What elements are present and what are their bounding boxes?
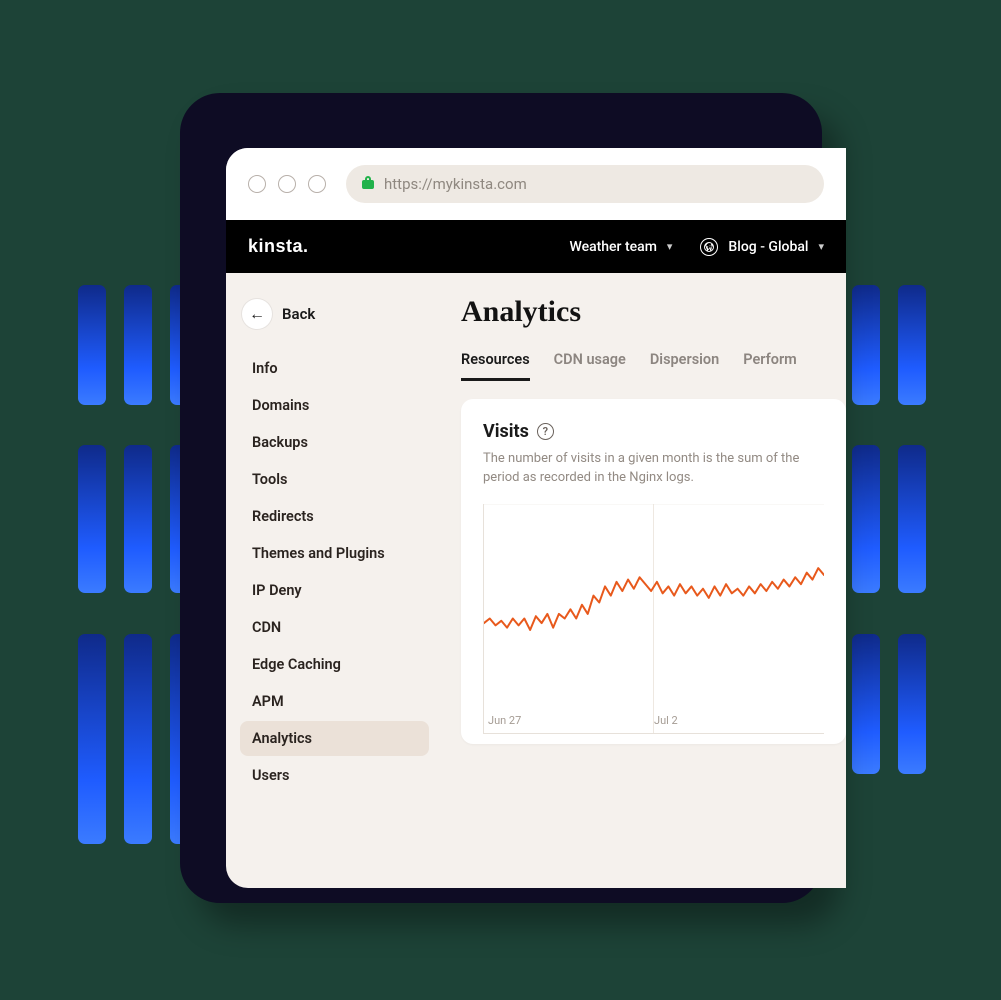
lock-icon [362,175,374,193]
browser-window: https://mykinsta.com kinsta. Weather tea… [226,148,846,888]
site-selector[interactable]: Blog - Global ▾ [700,238,824,256]
tab-performance[interactable]: Perform [743,351,797,381]
chart-xlabel: Jun 27 [488,714,521,727]
browser-chrome: https://mykinsta.com [226,148,846,220]
site-selector-label: Blog - Global [728,239,808,255]
visits-card: Visits ? The number of visits in a given… [461,399,846,744]
tab-resources[interactable]: Resources [461,351,530,381]
sidebar-item-ip-deny[interactable]: IP Deny [240,573,429,608]
sidebar-item-cdn[interactable]: CDN [240,610,429,645]
team-selector-label: Weather team [569,239,656,255]
wordpress-icon [700,238,718,256]
visits-heading: Visits [483,421,529,442]
window-control-close[interactable] [248,175,266,193]
window-control-max[interactable] [308,175,326,193]
sidebar-item-tools[interactable]: Tools [240,462,429,497]
chevron-down-icon: ▾ [667,240,673,253]
back-label: Back [282,305,315,323]
sidebar-item-analytics[interactable]: Analytics [240,721,429,756]
sidebar: ← Back InfoDomainsBackupsToolsRedirectsT… [226,273,441,888]
tab-dispersion[interactable]: Dispersion [650,351,719,381]
page-title: Analytics [461,295,846,329]
sidebar-item-domains[interactable]: Domains [240,388,429,423]
tab-bar: Resources CDN usage Dispersion Perform [461,351,846,381]
main-content: Analytics Resources CDN usage Dispersion Pe… [441,273,846,888]
sidebar-item-info[interactable]: Info [240,351,429,386]
sidebar-item-themes-and-plugins[interactable]: Themes and Plugins [240,536,429,571]
back-button[interactable]: ← Back [240,299,429,329]
window-control-min[interactable] [278,175,296,193]
chart-xlabel: Jul 2 [654,714,678,727]
visits-chart: Jun 27 Jul 2 [483,504,824,734]
sidebar-item-edge-caching[interactable]: Edge Caching [240,647,429,682]
team-selector[interactable]: Weather team ▾ [569,239,672,255]
visits-description: The number of visits in a given month is… [483,450,824,488]
app-topnav: kinsta. Weather team ▾ Blog - Global ▾ [226,220,846,273]
sidebar-item-redirects[interactable]: Redirects [240,499,429,534]
sidebar-item-users[interactable]: Users [240,758,429,793]
url-text: https://mykinsta.com [384,175,527,193]
chevron-down-icon: ▾ [818,240,824,253]
help-icon[interactable]: ? [537,423,554,440]
sidebar-item-backups[interactable]: Backups [240,425,429,460]
arrow-left-icon: ← [242,299,272,329]
window-controls [248,175,326,193]
tab-cdn-usage[interactable]: CDN usage [554,351,626,381]
sidebar-item-apm[interactable]: APM [240,684,429,719]
device-frame: https://mykinsta.com kinsta. Weather tea… [180,93,822,903]
address-bar[interactable]: https://mykinsta.com [346,165,824,203]
brand-logo[interactable]: kinsta. [248,236,309,257]
